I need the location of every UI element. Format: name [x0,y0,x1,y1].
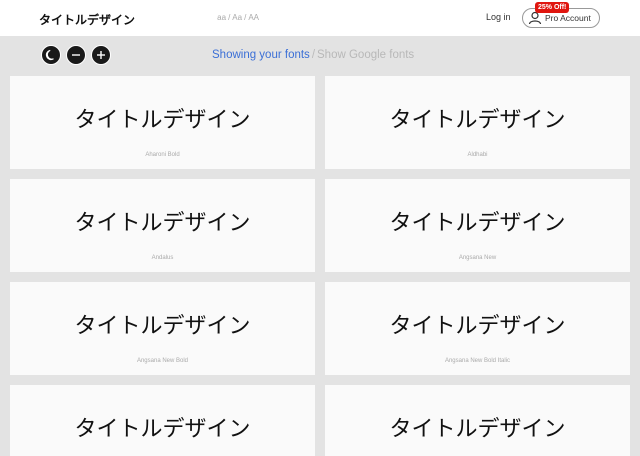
font-name: Aldhabi [467,152,488,158]
case-options: aa / Aa / AA [217,13,259,22]
login-link[interactable]: Log in [486,12,511,22]
font-source-toggle: Showing your fonts / Show Google fonts [212,49,414,61]
font-sample: タイトルデザイン [389,108,566,133]
font-card[interactable]: タイトルデザイン Andalus [10,179,315,272]
minus-icon [72,54,80,56]
font-name: Angsana New Bold [136,358,189,364]
font-sample: タイトルデザイン [389,314,566,339]
top-bar: aa/Aa/AA Log in Pro Account 25% Off! [0,0,640,36]
font-sample: タイトルデザイン [74,417,251,442]
show-your-fonts-link[interactable]: Showing your fonts [212,49,310,61]
case-title-option[interactable]: Aa [232,13,242,22]
case-lower-option[interactable]: aa [217,13,226,22]
source-separator: / [311,49,316,61]
pro-account-label: Pro Account [545,13,591,23]
discount-badge: 25% Off! [535,2,570,13]
font-card[interactable]: タイトルデザイン Aldhabi [325,76,630,169]
moon-icon [45,49,54,61]
pro-account-button[interactable]: Pro Account 25% Off! [522,2,600,28]
font-card[interactable]: タイトルデザイン Aharoni Bold [10,76,315,169]
plus-icon [97,51,105,59]
decrease-size-button[interactable] [66,45,86,65]
font-name: Angsana New Bold Italic [444,358,511,364]
font-card[interactable]: タイトルデザイン Angsana New Bold Italic [325,282,630,375]
toolbar: Showing your fonts / Show Google fonts [0,36,640,76]
font-sample: タイトルデザイン [74,211,251,236]
font-name: Aharoni Bold [145,152,180,158]
font-name: Andalus [151,255,174,261]
case-upper-option[interactable]: AA [248,13,259,22]
font-sample: タイトルデザイン [74,314,251,339]
user-icon [528,11,542,25]
font-card[interactable]: タイトルデザイン Angsana New [325,179,630,272]
dark-mode-button[interactable] [41,45,61,65]
font-sample: タイトルデザイン [74,108,251,133]
increase-size-button[interactable] [91,45,111,65]
search-box: aa/Aa/AA [31,8,263,30]
font-card[interactable]: タイトルデザイン Angsana New Bold [10,282,315,375]
sample-text-input[interactable] [39,10,199,28]
font-sample: タイトルデザイン [389,417,566,442]
font-sample: タイトルデザイン [389,211,566,236]
show-google-fonts-link[interactable]: Show Google fonts [317,49,414,61]
font-card[interactable]: タイトルデザイン [325,385,630,456]
font-card[interactable]: タイトルデザイン [10,385,315,456]
font-name: Angsana New [458,255,497,261]
